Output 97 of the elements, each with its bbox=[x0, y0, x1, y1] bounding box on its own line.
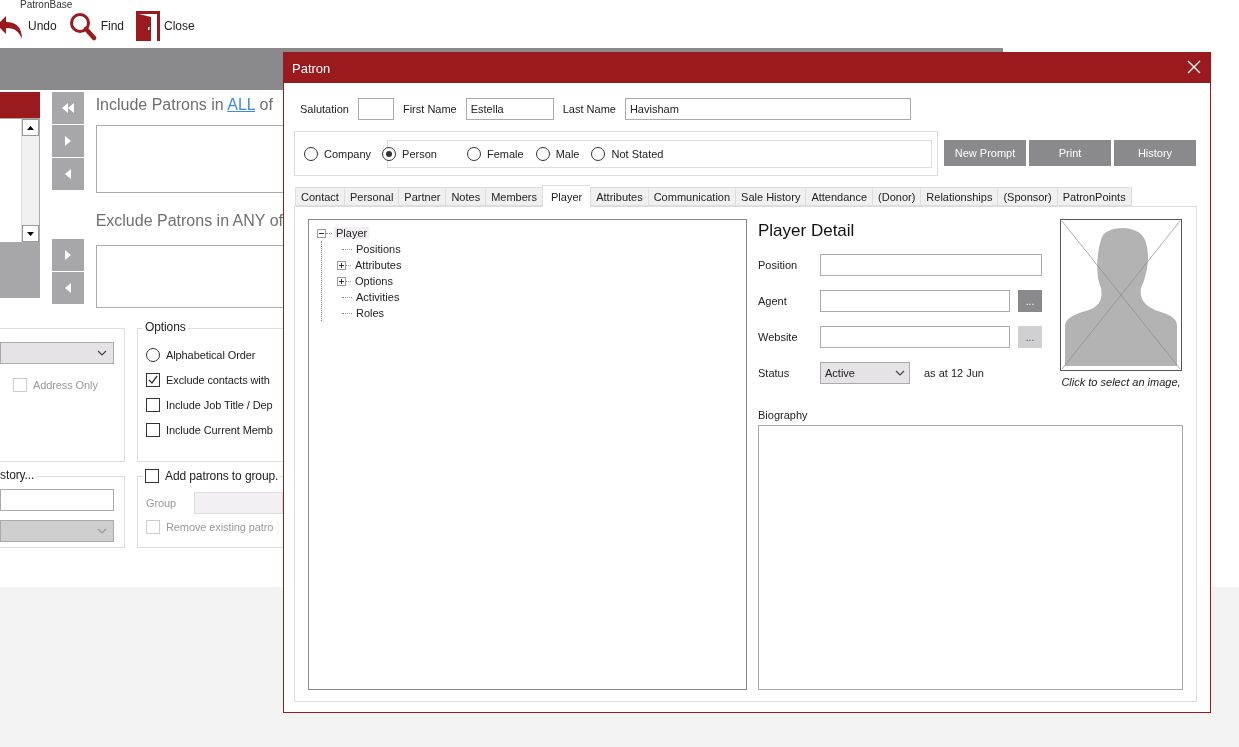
tab[interactable]: (Sponsor) bbox=[997, 187, 1057, 206]
image-placeholder[interactable] bbox=[1060, 219, 1182, 371]
tab[interactable]: Attributes bbox=[590, 187, 648, 206]
checkbox[interactable] bbox=[146, 372, 160, 387]
scrollbar[interactable] bbox=[20, 119, 39, 242]
dropdown[interactable] bbox=[0, 520, 114, 542]
checkbox-label: Address Only bbox=[33, 378, 98, 391]
window-title: Patron bbox=[292, 60, 331, 76]
list-header bbox=[0, 92, 40, 118]
tab[interactable]: Player bbox=[542, 185, 591, 207]
radio-label: Female bbox=[486, 147, 524, 160]
radio-button[interactable] bbox=[304, 146, 318, 161]
input-field[interactable] bbox=[0, 489, 114, 511]
toolbar-button[interactable]: Undo bbox=[0, 11, 61, 41]
checkbox-label: Add patrons to group. bbox=[165, 469, 279, 483]
field-label: Agent bbox=[758, 295, 788, 307]
move-button[interactable] bbox=[51, 158, 84, 190]
radio-button[interactable] bbox=[466, 146, 481, 161]
biography-field[interactable] bbox=[758, 425, 1183, 690]
tab[interactable]: Notes bbox=[445, 187, 486, 206]
chevron-down-icon bbox=[97, 350, 107, 356]
field-label: Last Name bbox=[562, 103, 616, 115]
toolbar-button[interactable]: Find bbox=[68, 11, 129, 41]
tree-item[interactable]: Attributes bbox=[353, 259, 404, 271]
chevron-down-icon bbox=[97, 528, 107, 534]
option-label: Include Job Title / Dep bbox=[166, 398, 273, 411]
tab[interactable]: (Donor) bbox=[872, 187, 921, 206]
move-button[interactable] bbox=[51, 272, 84, 304]
radio-button[interactable] bbox=[146, 347, 160, 362]
field-label: Website bbox=[758, 331, 799, 343]
tree-item[interactable]: Roles bbox=[354, 307, 387, 319]
tree-item[interactable]: Activities bbox=[354, 291, 402, 303]
checkbox-label: Remove existing patro bbox=[166, 520, 274, 533]
radio-label: Company bbox=[324, 147, 372, 160]
section-heading: Player Detail bbox=[758, 221, 856, 242]
tab[interactable]: Relationships bbox=[920, 187, 998, 206]
input-field[interactable] bbox=[357, 98, 394, 120]
move-button[interactable] bbox=[51, 125, 84, 157]
tab[interactable]: Sale History bbox=[735, 187, 806, 206]
scroll-up-icon[interactable] bbox=[26, 125, 34, 130]
checkbox[interactable] bbox=[146, 397, 160, 412]
option-label: Exclude contacts with bbox=[166, 373, 270, 386]
tree-view[interactable]: Player Positions Attributes Options Activities Roles bbox=[308, 219, 747, 690]
radio-label: Person bbox=[402, 147, 437, 160]
input-field[interactable] bbox=[820, 290, 1010, 312]
group-title: story... bbox=[0, 468, 37, 482]
move-all-button[interactable] bbox=[51, 92, 84, 124]
tab[interactable]: Members bbox=[485, 187, 542, 206]
field-label: Group bbox=[146, 497, 177, 509]
expand-icon[interactable] bbox=[337, 260, 346, 270]
close-button[interactable] bbox=[1186, 60, 1202, 76]
field-label: Status bbox=[758, 367, 791, 379]
radio-label: Male bbox=[555, 147, 580, 160]
search-icon bbox=[68, 11, 97, 41]
radio-button[interactable] bbox=[382, 146, 397, 161]
exclude-heading: Exclude Patrons in ANY of bbox=[95, 211, 283, 231]
expand-icon[interactable] bbox=[337, 276, 346, 286]
status-dropdown[interactable]: Active bbox=[820, 362, 910, 384]
toolbar-button[interactable]: Close bbox=[136, 11, 199, 41]
app-title: PatronBase bbox=[20, 0, 73, 10]
input-field[interactable] bbox=[820, 326, 1010, 348]
checkbox[interactable] bbox=[146, 422, 160, 437]
tab[interactable]: PatronPoints bbox=[1056, 187, 1132, 206]
double-arrow-left-icon bbox=[60, 101, 75, 115]
silhouette-icon bbox=[1061, 220, 1181, 370]
status-date: as at 12 Jun bbox=[924, 367, 984, 379]
field-label: Biography bbox=[758, 409, 809, 421]
include-heading: Include Patrons in ALL of bbox=[95, 95, 274, 115]
chevron-down-icon bbox=[895, 370, 905, 376]
input-field[interactable]: Havisham bbox=[624, 98, 911, 120]
radio-label: Not Stated bbox=[611, 147, 664, 160]
radio-button[interactable] bbox=[535, 146, 550, 161]
field-label: First Name bbox=[402, 103, 457, 115]
group-title: Options bbox=[143, 320, 188, 334]
move-button[interactable] bbox=[51, 239, 84, 271]
tab[interactable]: Partner bbox=[398, 187, 446, 206]
tree-item[interactable]: Player bbox=[334, 227, 370, 239]
option-label: Alphabetical Order bbox=[166, 348, 256, 361]
dropdown[interactable] bbox=[0, 342, 114, 364]
tree-item[interactable]: Positions bbox=[354, 243, 403, 255]
radio-button[interactable] bbox=[591, 146, 606, 161]
collapse-icon[interactable] bbox=[317, 228, 326, 238]
tab[interactable]: Communication bbox=[647, 187, 736, 206]
option-label: Include Current Memb bbox=[166, 423, 273, 436]
input-field[interactable] bbox=[820, 254, 1042, 276]
field-label: Salutation bbox=[300, 103, 349, 115]
checkbox[interactable] bbox=[145, 469, 159, 483]
field-label: Position bbox=[758, 259, 799, 271]
tree-item[interactable]: Options bbox=[353, 275, 395, 287]
scroll-down-icon[interactable] bbox=[26, 231, 34, 236]
all-link[interactable]: ALL bbox=[227, 96, 256, 113]
tab[interactable]: Contact bbox=[295, 187, 344, 206]
tab[interactable]: Personal bbox=[343, 187, 399, 206]
tab[interactable]: Attendance bbox=[805, 187, 873, 206]
image-caption: Click to select an image, bbox=[1061, 376, 1181, 388]
input-field[interactable]: Estella bbox=[465, 98, 554, 120]
door-icon bbox=[136, 11, 161, 41]
